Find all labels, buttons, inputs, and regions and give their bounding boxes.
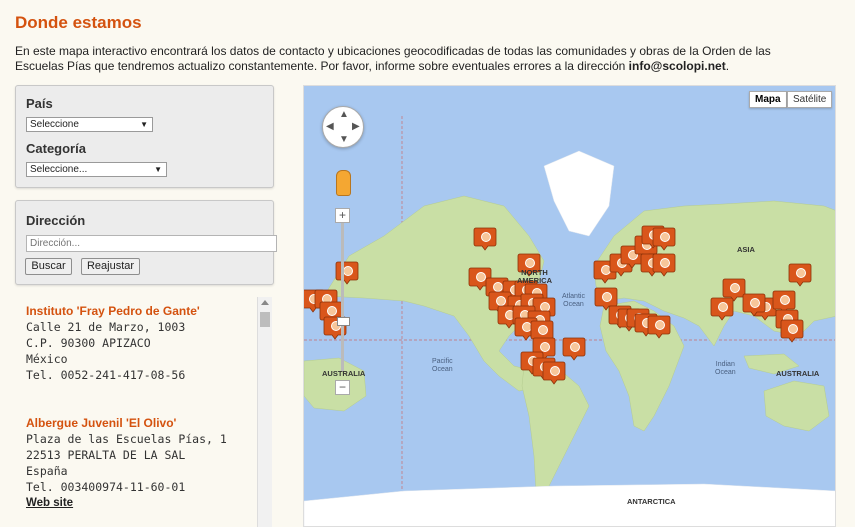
reset-button[interactable]: Reajustar [81, 258, 140, 275]
pan-right-icon[interactable]: ▶ [352, 121, 360, 132]
pegman-icon[interactable] [336, 170, 351, 196]
pan-up-icon[interactable]: ▲ [339, 109, 349, 120]
map-type-map-button[interactable]: Mapa [749, 91, 787, 108]
result-country: México [26, 352, 68, 366]
result-name[interactable]: Instituto 'Fray Pedro de Gante' [26, 303, 200, 319]
zoom-slider-track[interactable] [341, 223, 344, 371]
location-marker-icon[interactable] [562, 337, 586, 361]
interactive-map[interactable]: Mapa Satélite ▲ ▼ ◀ ▶ + − NORTH AMERICA … [303, 85, 836, 527]
result-postal: 22513 PERALTA DE LA SAL [26, 448, 186, 462]
country-label: País [26, 96, 53, 111]
address-input[interactable] [26, 235, 277, 252]
search-button[interactable]: Buscar [25, 258, 72, 275]
label-australia-left: AUSTRALIA [322, 369, 366, 378]
zoom-in-button[interactable]: + [335, 208, 350, 223]
category-label: Categoría [26, 141, 86, 156]
label-asia: ASIA [737, 245, 755, 254]
country-select[interactable]: Seleccione ▼ [26, 117, 153, 132]
scroll-thumb[interactable] [260, 312, 270, 327]
contact-email: info@scolopi.net [628, 59, 726, 73]
result-name[interactable]: Albergue Juvenil 'El Olivo' [26, 415, 227, 431]
intro-end: . [725, 59, 730, 73]
result-postal: C.P. 90300 APIZACO [26, 336, 151, 350]
category-select-value: Seleccione... [30, 164, 88, 175]
pan-control[interactable]: ▲ ▼ ◀ ▶ [322, 106, 364, 148]
address-label: Dirección [26, 213, 86, 228]
result-phone: Tel. 0052-241-417-08-56 [26, 368, 186, 382]
category-select[interactable]: Seleccione... ▼ [26, 162, 167, 177]
label-australia-right: AUSTRALIA [776, 369, 820, 378]
results-scrollbar[interactable] [257, 297, 272, 527]
dropdown-arrow-icon: ▼ [154, 165, 162, 174]
filters-panel: País Seleccione ▼ Categoría Seleccione...… [15, 85, 274, 188]
label-north-america: NORTH AMERICA [517, 268, 552, 285]
map-type-satellite-button[interactable]: Satélite [787, 91, 833, 108]
label-antarctica: ANTARCTICA [627, 497, 676, 506]
pan-down-icon[interactable]: ▼ [339, 134, 349, 145]
pan-left-icon[interactable]: ◀ [326, 121, 334, 132]
zoom-out-button[interactable]: − [335, 380, 350, 395]
result-phone: Tel. 003400974-11-60-01 [26, 480, 186, 494]
label-indian-ocean: Indian Ocean [715, 361, 736, 376]
website-link[interactable]: Web site [26, 495, 227, 511]
page-title: Donde estamos [15, 13, 142, 32]
dropdown-arrow-icon: ▼ [140, 120, 148, 129]
scroll-up-arrow-icon[interactable] [261, 300, 269, 305]
country-select-value: Seleccione [30, 119, 79, 130]
results-list: Instituto 'Fray Pedro de Gante' Calle 21… [15, 297, 271, 527]
result-street: Plaza de las Escuelas Pías, 1 [26, 432, 227, 446]
result-country: España [26, 464, 68, 478]
label-atlantic-ocean: Atlantic Ocean [562, 293, 585, 308]
list-item: Instituto 'Fray Pedro de Gante' Calle 21… [26, 303, 200, 383]
label-pacific-ocean: Pacific Ocean [432, 358, 453, 373]
address-panel: Dirección Buscar Reajustar [15, 200, 277, 285]
list-item: Albergue Juvenil 'El Olivo' Plaza de las… [26, 415, 227, 511]
result-street: Calle 21 de Marzo, 1003 [26, 320, 186, 334]
location-marker-icon[interactable] [780, 319, 804, 343]
zoom-slider-thumb[interactable] [337, 317, 350, 326]
intro-paragraph: En este mapa interactivo encontrará los … [15, 44, 815, 74]
